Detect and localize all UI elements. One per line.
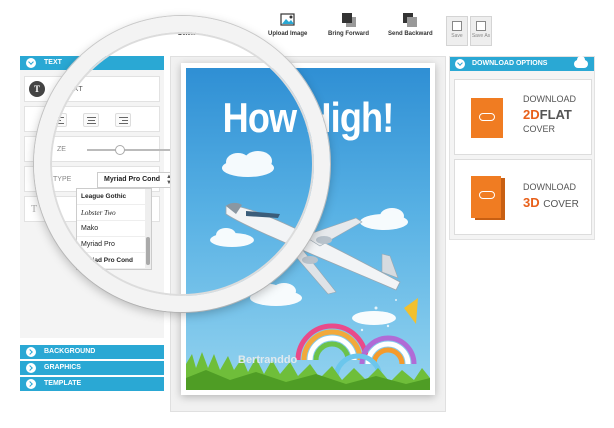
download-2d-line2: 2DFLAT [523, 107, 572, 122]
download-options-label: DOWNLOAD OPTIONS [472, 60, 548, 67]
cover-title[interactable]: How High! [203, 94, 413, 142]
size-slider-handle[interactable] [115, 145, 125, 155]
text-style-icon: T [31, 204, 38, 215]
chevron-right-icon [26, 379, 36, 389]
text-icon: T [29, 81, 45, 97]
download-options-panel: DOWNLOAD OPTIONS DOWNLOAD 2DFLAT COVER D… [449, 56, 595, 240]
send-backward-icon [402, 12, 418, 28]
align-center-icon[interactable] [83, 113, 99, 127]
cover-author[interactable]: Bertranddo [238, 354, 297, 366]
save-label: Save [451, 33, 463, 39]
graphics-section-label: GRAPHICS [44, 364, 81, 371]
download-2d-flat-button[interactable]: DOWNLOAD 2DFLAT COVER [454, 79, 592, 155]
save-as-button[interactable]: Save As [470, 16, 492, 46]
bring-forward-button[interactable]: Bring Forward [328, 12, 369, 37]
text-section-label: TEXT [44, 59, 62, 66]
3d-cover-icon [471, 176, 501, 218]
cloud-icon [574, 56, 588, 68]
download-2d-accent: 2D [523, 107, 540, 122]
type-label: TYPE [53, 176, 72, 183]
text-section-header[interactable]: TEXT [20, 56, 164, 70]
align-left-icon[interactable] [51, 113, 67, 127]
chevron-down-icon [455, 59, 465, 69]
send-backward-label: Send Backward [388, 31, 433, 37]
send-backward-button[interactable]: Send Backward [388, 12, 433, 37]
template-section-header[interactable]: TEMPLATE [20, 377, 164, 391]
graphics-section-header[interactable]: GRAPHICS [20, 361, 164, 375]
font-option[interactable]: Myriad Pro Cond [77, 253, 151, 269]
add-text-row[interactable]: T EXT [24, 76, 160, 102]
size-label: ZE [57, 146, 66, 153]
download-2d-line1: DOWNLOAD [523, 94, 577, 104]
delete-label: Delete [178, 31, 197, 37]
font-dropdown: League Gothic Lobster Two Mako Myriad Pr… [76, 188, 152, 270]
download-3d-line1: DOWNLOAD [523, 182, 577, 192]
download-3d-accent: 3D [523, 195, 540, 210]
delete-button[interactable]: Delete [178, 12, 196, 37]
background-section-label: BACKGROUND [44, 348, 96, 355]
download-options-header[interactable]: DOWNLOAD OPTIONS [450, 56, 594, 71]
add-text-label: EXT [69, 86, 83, 93]
template-section-label: TEMPLATE [44, 380, 82, 387]
chevron-down-icon [26, 58, 36, 68]
save-icon [452, 21, 462, 31]
chevron-right-icon [26, 363, 36, 373]
save-button[interactable]: Save [446, 16, 468, 46]
flat-cover-icon [471, 98, 503, 138]
size-row: ZE [24, 136, 175, 162]
bring-forward-icon [341, 12, 357, 28]
image-upload-icon [280, 12, 296, 28]
book-cover[interactable]: How High! Bertranddo [186, 68, 430, 390]
save-as-icon [476, 21, 486, 31]
download-3d-line2: 3D COVER [523, 195, 579, 210]
dropdown-scrollbar[interactable] [145, 189, 151, 269]
chevron-right-icon [26, 347, 36, 357]
font-select[interactable]: Myriad Pro Cond ▲▼ [97, 172, 177, 188]
font-option[interactable]: Mako [77, 221, 151, 237]
download-2d-line3: COVER [523, 124, 556, 134]
align-right-icon[interactable] [115, 113, 131, 127]
download-2d-word: FLAT [539, 107, 572, 122]
upload-image-label: Upload Image [268, 31, 308, 37]
background-section-header[interactable]: BACKGROUND [20, 345, 164, 359]
toolbar: Delete Upload Image Bring Forward Send B… [120, 8, 500, 48]
font-option[interactable]: Myriad Pro [77, 237, 151, 253]
download-3d-word: COVER [543, 199, 579, 210]
font-option[interactable]: Lobster Two [77, 205, 151, 221]
size-slider[interactable] [87, 145, 175, 155]
download-3d-button[interactable]: DOWNLOAD 3D COVER [454, 159, 592, 235]
delete-icon [179, 12, 195, 28]
font-option[interactable]: League Gothic [77, 189, 151, 205]
alignment-row [24, 106, 160, 132]
upload-image-button[interactable]: Upload Image [268, 12, 307, 37]
font-select-value: Myriad Pro Cond [104, 176, 161, 183]
bring-forward-label: Bring Forward [328, 31, 370, 37]
save-as-label: Save As [471, 33, 491, 39]
